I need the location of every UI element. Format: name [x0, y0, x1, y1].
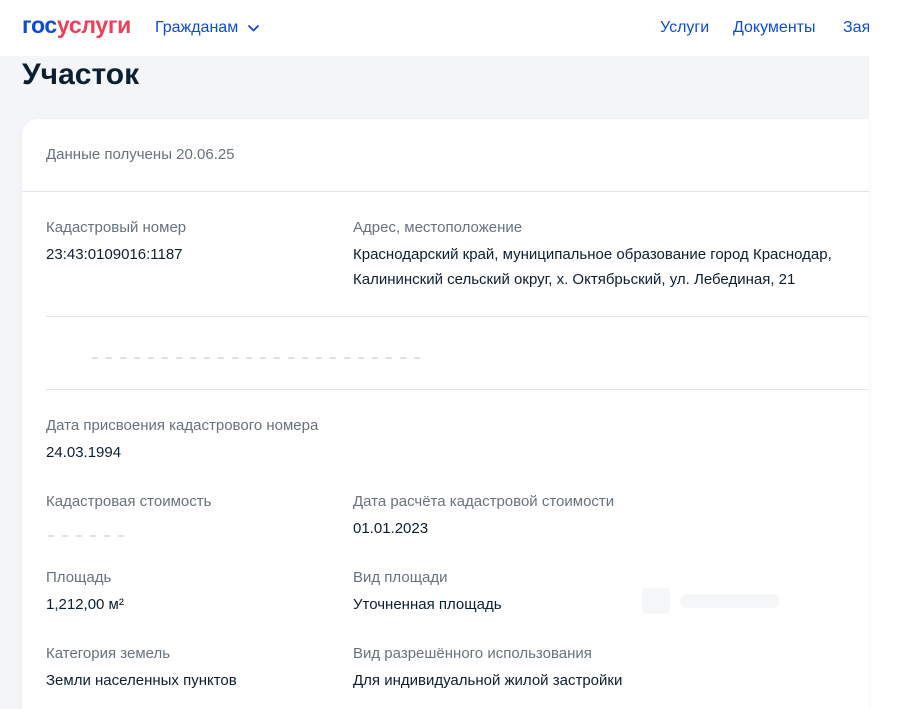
land-category-value: Земли населенных пунктов: [46, 672, 237, 689]
watermark-logo-icon: [642, 588, 780, 614]
right-edge-strip: [869, 0, 905, 709]
nav-services-link[interactable]: Услуги: [660, 19, 709, 37]
assign-date-value: 24.03.1994: [46, 444, 122, 461]
cadastral-number-label: Кадастровый номер: [46, 219, 187, 236]
top-header: госуслуги Гражданам Услуги Документы Зая: [0, 0, 869, 56]
area-value: 1,212,00 м²: [46, 596, 124, 613]
permitted-use-label: Вид разрешённого использования: [353, 645, 592, 662]
assign-date-label: Дата присвоения кадастрового номера: [46, 417, 319, 434]
address-label: Адрес, местоположение: [353, 219, 523, 236]
address-value-line2: Калининский сельский округ, х. Октябрьск…: [353, 271, 796, 288]
address-value-line1: Краснодарский край, муниципальное образо…: [353, 246, 832, 263]
divider: [46, 389, 869, 390]
area-type-value: Уточненная площадь: [353, 596, 502, 613]
cost-calc-date-label: Дата расчёта кадастровой стоимости: [353, 493, 615, 510]
cadastral-cost-label: Кадастровая стоимость: [46, 493, 212, 510]
permitted-use-value: Для индивидуальной жилой застройки: [353, 672, 623, 689]
data-received-date: Данные получены 20.06.25: [46, 146, 235, 163]
divider: [22, 191, 869, 192]
area-label: Площадь: [46, 569, 112, 586]
top-nav: Услуги Документы Зая: [0, 0, 869, 56]
redacted-cost-value: [48, 535, 128, 537]
redacted-row: [92, 357, 422, 359]
nav-applications-link[interactable]: Зая: [843, 19, 869, 37]
land-category-label: Категория земель: [46, 645, 171, 662]
page-title: Участок: [22, 58, 140, 91]
cadastral-number-value: 23:43:0109016:1187: [46, 246, 183, 263]
divider: [46, 316, 869, 317]
area-type-label: Вид площади: [353, 569, 448, 586]
cost-calc-date-value: 01.01.2023: [353, 520, 429, 537]
plot-info-card: Данные получены 20.06.25 Кадастровый ном…: [22, 119, 869, 709]
page: госуслуги Гражданам Услуги Документы Зая…: [0, 0, 905, 709]
nav-documents-link[interactable]: Документы: [733, 19, 815, 37]
